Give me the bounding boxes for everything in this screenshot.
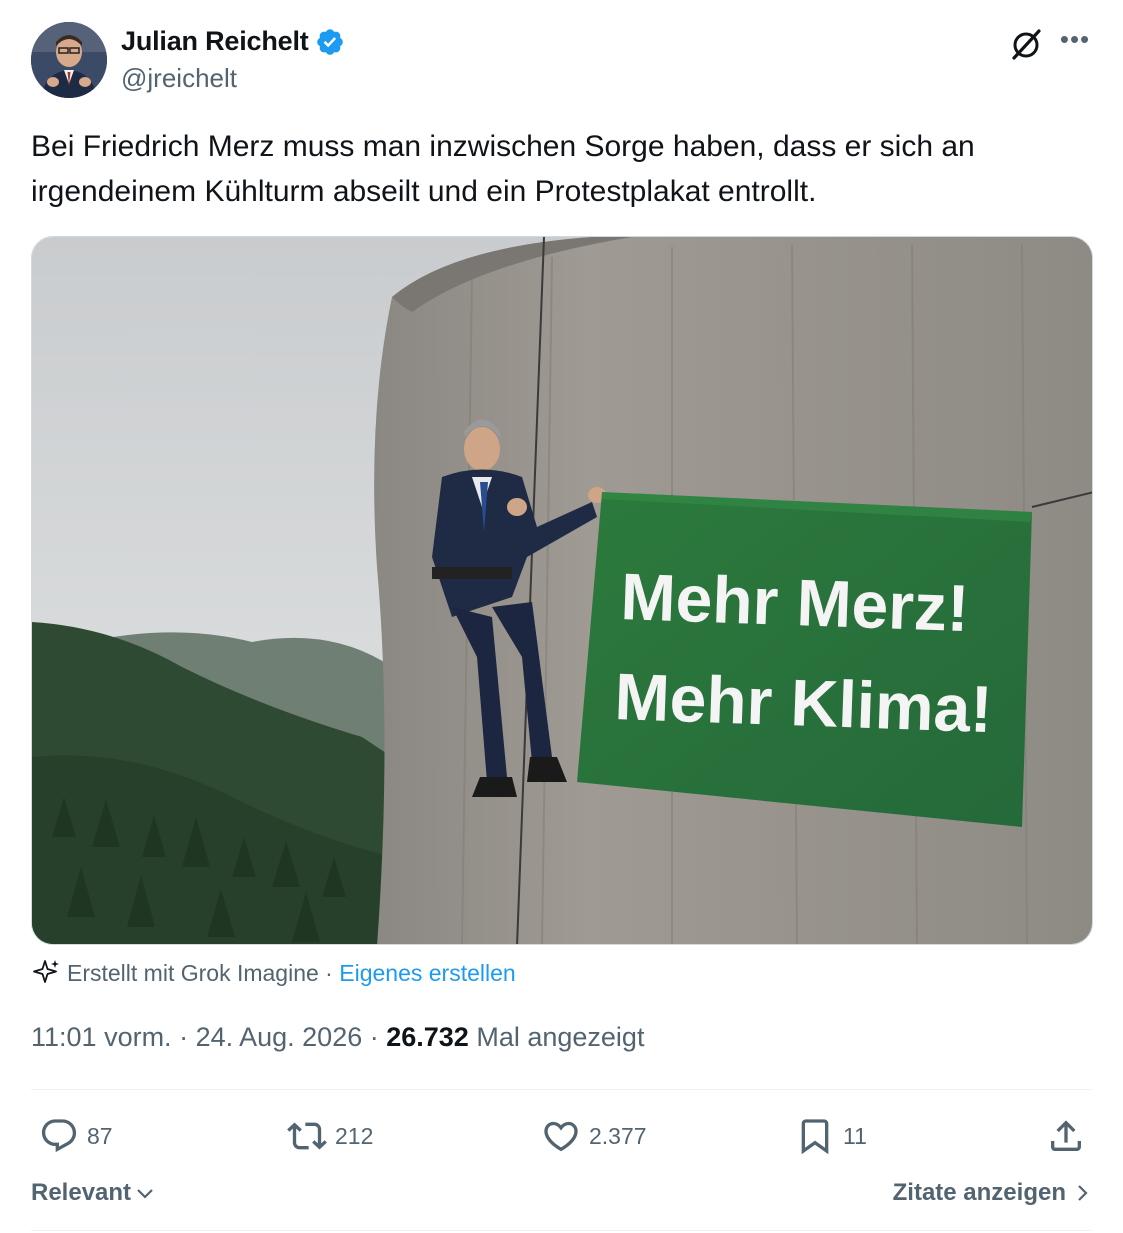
banner-line-2: Mehr Klima! xyxy=(614,659,994,746)
more-options-icon[interactable]: ••• xyxy=(1058,26,1092,58)
chevron-right-icon xyxy=(1078,1185,1088,1201)
tweet-image[interactable]: Mehr Merz! Mehr Klima! xyxy=(31,236,1093,945)
banner-line-1: Mehr Merz! xyxy=(620,559,971,645)
share-icon xyxy=(1051,1120,1081,1151)
tweet-meta: 11:01 vorm. · 24. Aug. 2026 · 26.732 Mal… xyxy=(31,1022,644,1053)
action-bar: 87 212 2.377 11 xyxy=(31,1108,1092,1164)
reply-count: 87 xyxy=(87,1122,113,1149)
verified-badge-icon[interactable] xyxy=(315,27,345,57)
sort-dropdown[interactable]: Relevant xyxy=(31,1179,155,1207)
grok-attribution: Erstellt mit Grok Imagine · Eigenes erst… xyxy=(31,958,516,988)
divider-bottom xyxy=(31,1230,1092,1231)
tweet-date[interactable]: 24. Aug. 2026 xyxy=(196,1022,363,1053)
grok-separator: · xyxy=(318,959,340,986)
repost-count: 212 xyxy=(335,1122,374,1149)
tweet-time[interactable]: 11:01 vorm. xyxy=(31,1022,172,1053)
generated-image: Mehr Merz! Mehr Klima! xyxy=(32,237,1092,944)
heart-icon xyxy=(544,1121,578,1152)
grok-label: Erstellt mit Grok Imagine xyxy=(67,959,319,986)
sparkle-icon xyxy=(33,960,59,983)
author-names: Julian Reichelt @jreichelt xyxy=(121,26,345,94)
quotes-label: Zitate anzeigen xyxy=(892,1179,1066,1206)
bookmark-button[interactable]: 11 xyxy=(795,1108,867,1164)
reply-button[interactable]: 87 xyxy=(39,1108,113,1164)
view-quotes-link[interactable]: Zitate anzeigen xyxy=(893,1179,1092,1207)
like-count: 2.377 xyxy=(589,1122,647,1149)
create-own-link[interactable]: Eigenes erstellen xyxy=(339,960,515,987)
grok-icon[interactable] xyxy=(1008,26,1044,62)
repost-button[interactable]: 212 xyxy=(287,1108,373,1164)
views-label: Mal angezeigt xyxy=(476,1022,645,1052)
meta-separator-2: · xyxy=(362,1022,387,1052)
display-name[interactable]: Julian Reichelt xyxy=(121,26,309,57)
meta-separator-1: · xyxy=(171,1022,196,1052)
views-count: 26.732 xyxy=(386,1022,469,1052)
views-gap xyxy=(469,1022,477,1053)
replies-controls: Relevant Zitate anzeigen xyxy=(31,1175,1092,1215)
avatar-photo xyxy=(31,22,107,98)
tweet-header: Julian Reichelt @jreichelt ••• xyxy=(31,22,1092,100)
tweet-text: Bei Friedrich Merz muss man inzwischen S… xyxy=(31,130,975,208)
author-handle[interactable]: @jreichelt xyxy=(121,63,345,94)
sort-label: Relevant xyxy=(31,1179,132,1206)
bookmark-icon xyxy=(801,1119,829,1155)
chevron-down-icon xyxy=(137,1189,153,1199)
reply-icon xyxy=(41,1119,77,1153)
avatar[interactable] xyxy=(31,22,107,98)
share-button[interactable] xyxy=(1046,1108,1086,1164)
repost-icon xyxy=(287,1122,327,1150)
display-name-row: Julian Reichelt xyxy=(121,26,345,57)
bookmark-count: 11 xyxy=(843,1122,867,1149)
divider-top xyxy=(31,1089,1092,1090)
like-button[interactable]: 2.377 xyxy=(541,1108,647,1164)
